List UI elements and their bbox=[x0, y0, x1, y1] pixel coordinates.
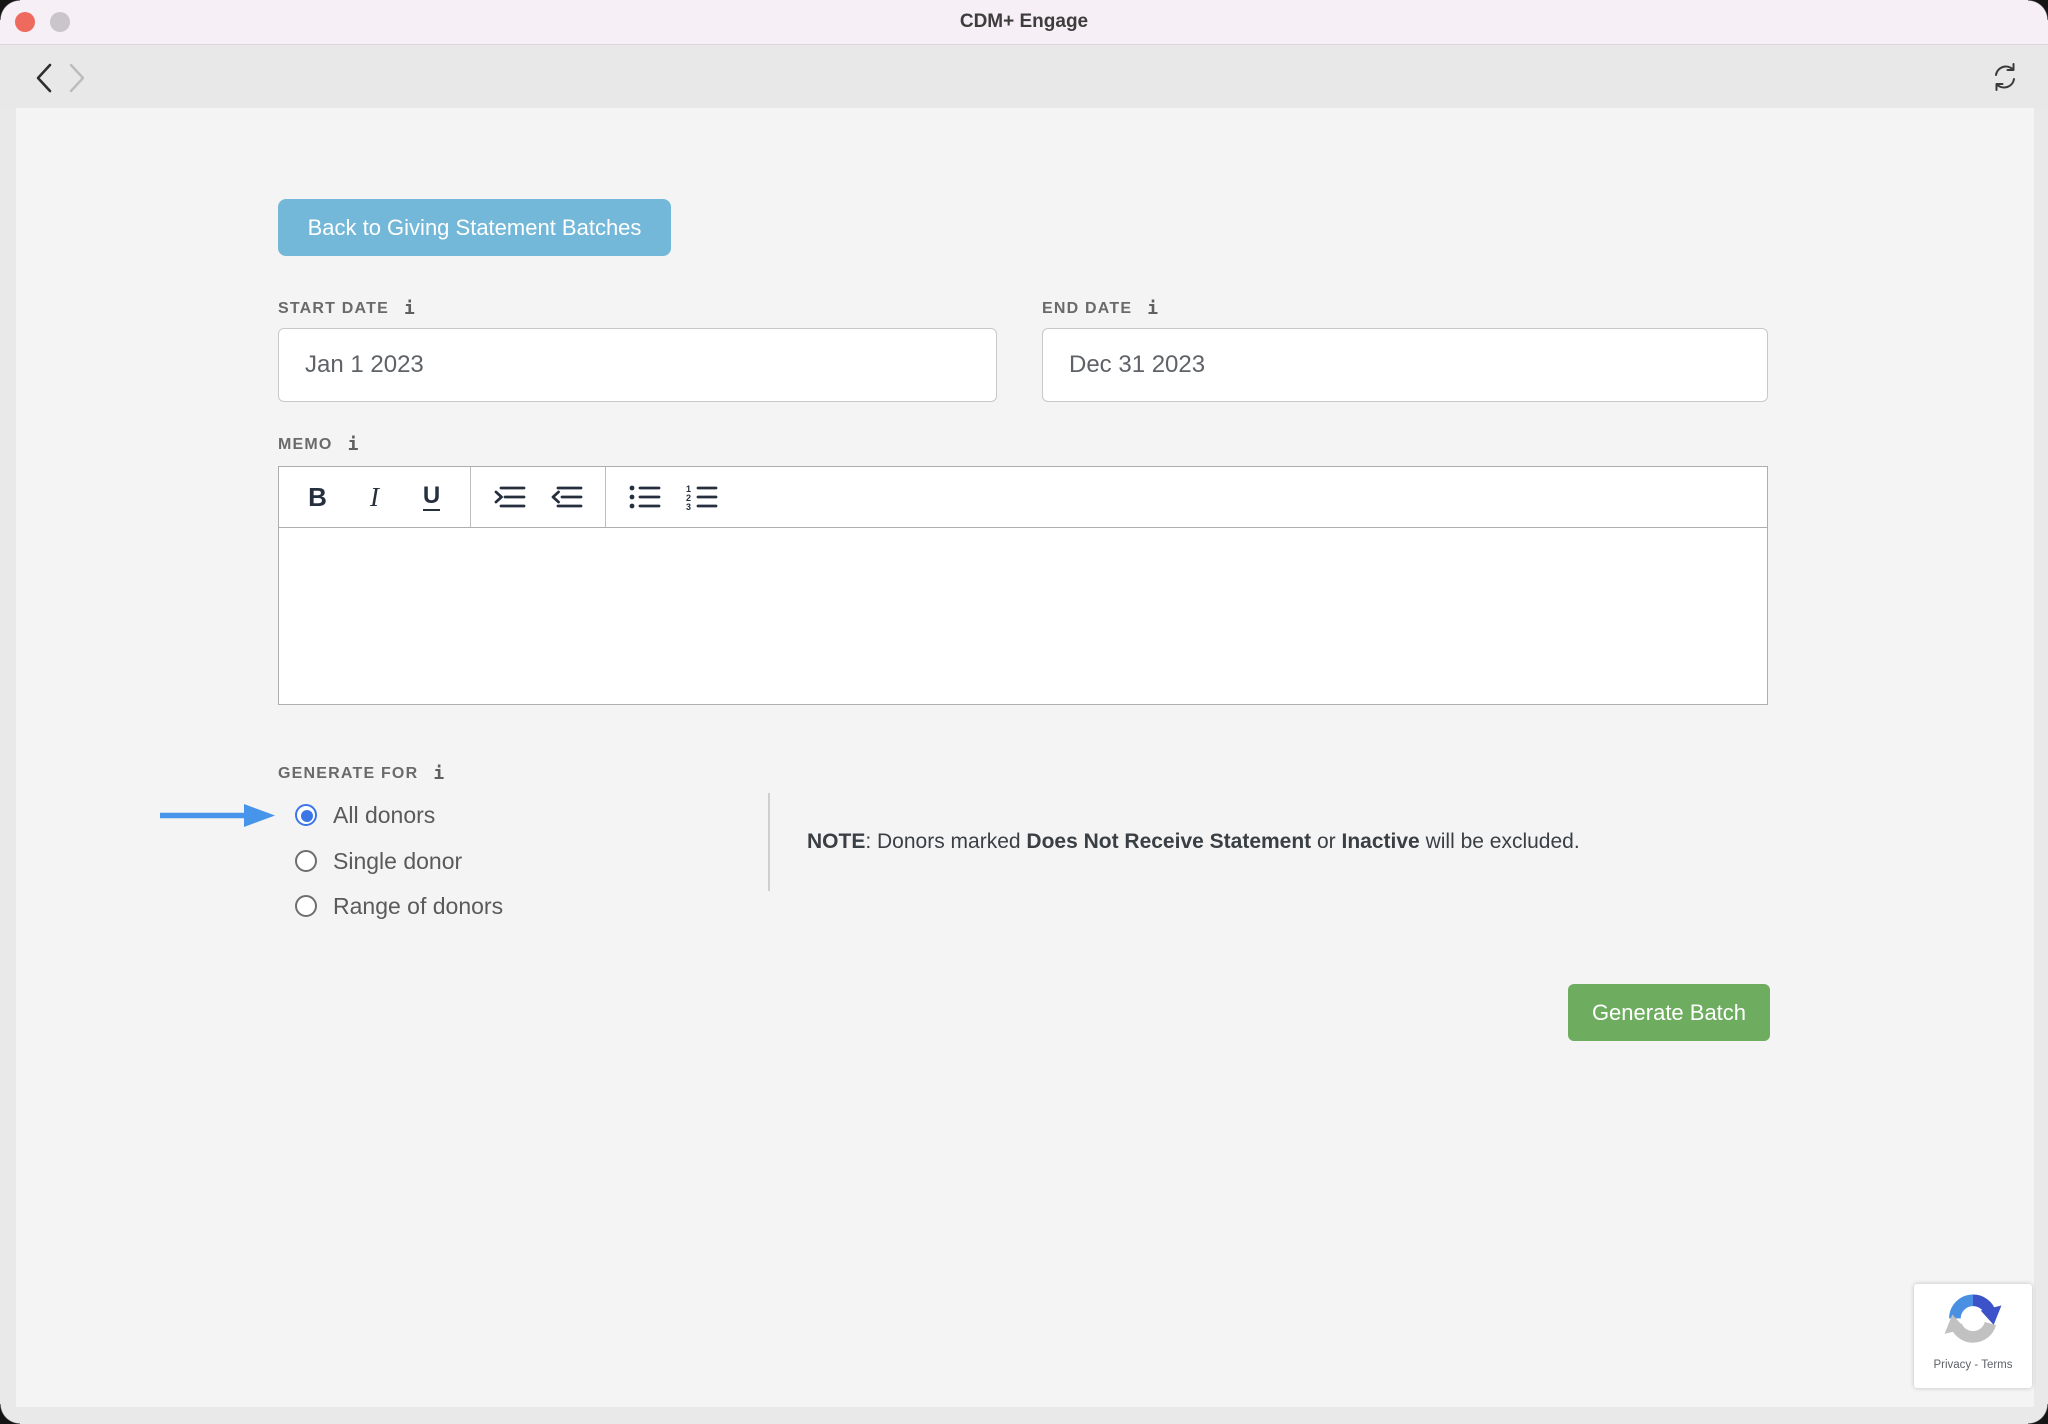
bullet-list-icon[interactable] bbox=[616, 474, 673, 520]
window-corner bbox=[0, 0, 20, 20]
end-date-label: END DATE i bbox=[1042, 298, 1158, 319]
start-date-input[interactable] bbox=[278, 328, 997, 402]
window-title: CDM+ Engage bbox=[0, 0, 2048, 44]
vertical-divider bbox=[768, 793, 770, 891]
radio-button[interactable] bbox=[295, 850, 317, 872]
outdent-icon[interactable] bbox=[538, 474, 595, 520]
traffic-lights bbox=[15, 12, 70, 32]
svg-text:3: 3 bbox=[686, 502, 691, 510]
recaptcha-badge[interactable]: Privacy - Terms bbox=[1914, 1284, 2032, 1388]
note-text: NOTE: Donors marked Does Not Receive Sta… bbox=[807, 830, 1580, 854]
refresh-icon[interactable] bbox=[1990, 62, 2020, 92]
underline-icon[interactable]: U bbox=[403, 474, 460, 520]
titlebar: CDM+ Engage bbox=[0, 0, 2048, 45]
memo-editor[interactable] bbox=[278, 527, 1768, 705]
end-date-input[interactable] bbox=[1042, 328, 1768, 402]
indent-group bbox=[471, 467, 606, 527]
navigation-bar bbox=[0, 46, 2048, 108]
radio-range-of-donors[interactable]: Range of donors bbox=[295, 893, 503, 919]
minimize-traffic-icon[interactable] bbox=[50, 12, 70, 32]
info-icon[interactable]: i bbox=[404, 298, 415, 319]
main-content: Back to Giving Statement Batches START D… bbox=[16, 108, 2034, 1407]
text-style-group: B I U bbox=[279, 467, 471, 527]
back-to-batches-button[interactable]: Back to Giving Statement Batches bbox=[278, 199, 671, 256]
memo-format-toolbar: B I U bbox=[278, 466, 1768, 528]
info-icon[interactable]: i bbox=[433, 763, 444, 784]
radio-button[interactable] bbox=[295, 804, 317, 826]
privacy-terms-link[interactable]: Privacy - Terms bbox=[1933, 1359, 2012, 1371]
radio-button[interactable] bbox=[295, 895, 317, 917]
info-icon[interactable]: i bbox=[348, 434, 359, 455]
recaptcha-logo-icon bbox=[1942, 1290, 2004, 1357]
bold-icon[interactable]: B bbox=[289, 474, 346, 520]
italic-icon[interactable]: I bbox=[346, 474, 403, 520]
radio-all-donors[interactable]: All donors bbox=[295, 802, 435, 828]
generate-batch-button[interactable]: Generate Batch bbox=[1568, 984, 1770, 1041]
window-corner bbox=[2028, 1404, 2048, 1424]
memo-label: MEMO i bbox=[278, 434, 358, 455]
window-corner bbox=[0, 1404, 20, 1424]
indent-icon[interactable] bbox=[481, 474, 538, 520]
radio-single-donor[interactable]: Single donor bbox=[295, 848, 462, 874]
generate-for-label: GENERATE FOR i bbox=[278, 763, 444, 784]
back-chevron-icon[interactable] bbox=[33, 61, 57, 95]
forward-chevron-icon[interactable] bbox=[64, 61, 88, 95]
list-group: 123 bbox=[606, 467, 740, 527]
info-icon[interactable]: i bbox=[1147, 298, 1158, 319]
numbered-list-icon[interactable]: 123 bbox=[673, 474, 730, 520]
start-date-label: START DATE i bbox=[278, 298, 415, 319]
pointer-arrow-icon bbox=[158, 802, 276, 834]
window-corner bbox=[2028, 0, 2048, 20]
